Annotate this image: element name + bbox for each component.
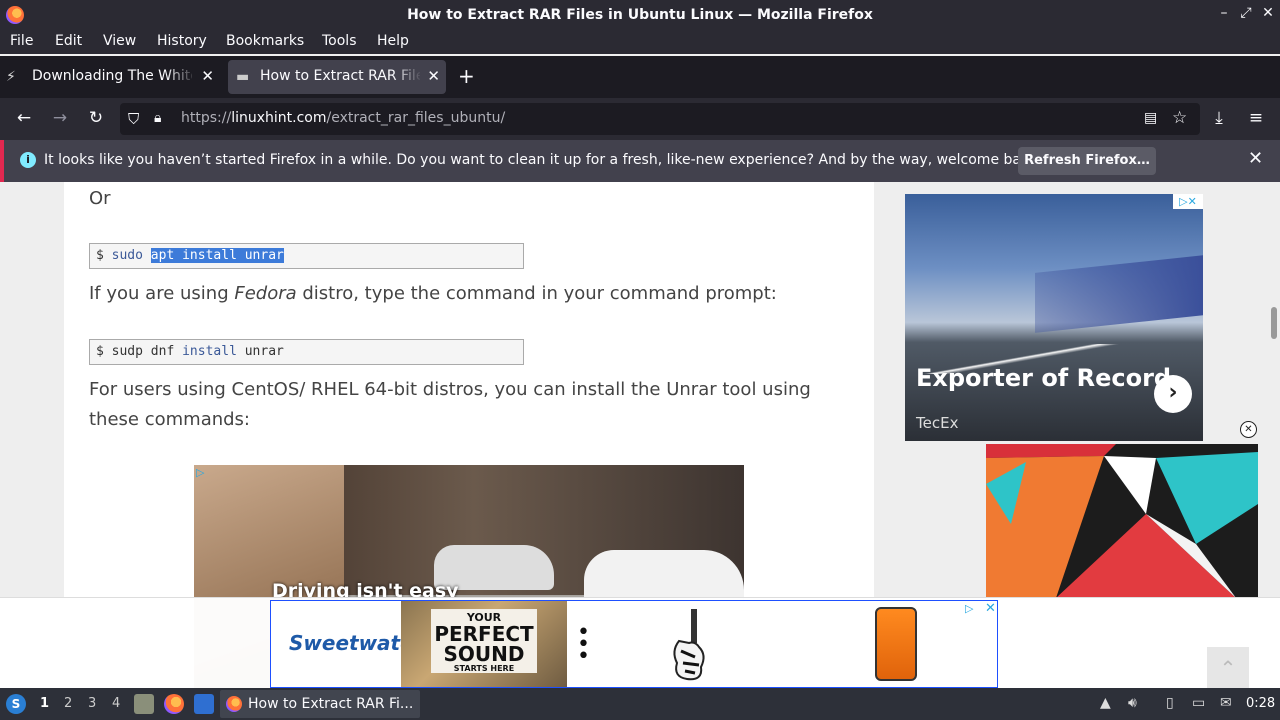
network-icon[interactable]: ▭: [1192, 695, 1205, 711]
close-tab-icon[interactable]: ✕: [427, 67, 440, 85]
scroll-to-top-button[interactable]: ⌃: [1207, 647, 1249, 689]
lightning-icon: ⚡: [6, 69, 16, 85]
close-tab-icon[interactable]: ✕: [201, 67, 214, 85]
clipboard-icon[interactable]: ▯: [1166, 695, 1174, 711]
bottom-banner-ad: Sweetwater YOUR PERFECT SOUND STARTS HER…: [0, 597, 1280, 689]
side-ad-sponsor: TecEx: [916, 414, 959, 432]
guitar-icon: [673, 609, 705, 681]
tab-extract-rar[interactable]: ▬ How to Extract RAR Files in Ubuntu Lin…: [228, 60, 446, 94]
menu-edit[interactable]: Edit: [55, 33, 82, 49]
menu-file[interactable]: File: [10, 33, 33, 49]
notification-message: It looks like you haven’t started Firefo…: [44, 152, 1043, 168]
firefox-icon: [226, 696, 242, 712]
url-text[interactable]: https://linuxhint.com/extract_rar_files_…: [181, 110, 505, 126]
hamburger-menu-icon[interactable]: ≡: [1245, 108, 1267, 128]
more-dots-icon: • • •: [577, 620, 590, 669]
minimize-icon[interactable]: –: [1214, 5, 1234, 21]
url-bar[interactable]: ⛉ 🔒︎ https://linuxhint.com/extract_rar_f…: [120, 103, 1200, 135]
close-ad-icon[interactable]: ✕: [1240, 421, 1257, 438]
code-block-dnf[interactable]: $ sudp dnf install unrar: [89, 339, 524, 365]
reload-icon[interactable]: ↻: [85, 108, 107, 128]
workspace-4[interactable]: 4: [112, 696, 120, 711]
window-title: How to Extract RAR Files in Ubuntu Linux…: [407, 7, 873, 23]
side-ad-title: Exporter of Record: [916, 364, 1172, 392]
firefox-launcher-icon[interactable]: [164, 694, 184, 714]
centos-paragraph-line1: For users using CentOS/ RHEL 64-bit dist…: [89, 379, 811, 400]
title-bar: How to Extract RAR Files in Ubuntu Linux…: [0, 0, 1280, 30]
close-window-icon[interactable]: ✕: [1258, 5, 1278, 21]
maximize-icon[interactable]: ⤢: [1236, 5, 1256, 21]
code-block-apt[interactable]: $ sudo apt install unrar: [89, 243, 524, 269]
polygon-ad[interactable]: [986, 444, 1258, 598]
adchoices-icon[interactable]: ▷: [965, 602, 973, 615]
reader-view-icon[interactable]: ▤: [1144, 110, 1157, 126]
fedora-paragraph: If you are using Fedora distro, type the…: [89, 283, 777, 304]
new-tab-icon[interactable]: +: [458, 64, 475, 88]
terminal-icon[interactable]: [194, 694, 214, 714]
menu-bookmarks[interactable]: Bookmarks: [226, 33, 304, 49]
menu-history[interactable]: History: [157, 33, 207, 49]
lock-icon[interactable]: 🔒︎: [154, 110, 161, 126]
selected-text: apt install unrar: [150, 248, 284, 263]
shield-icon[interactable]: ⛉: [128, 110, 139, 128]
file-manager-icon[interactable]: [134, 694, 154, 714]
notification-bar: i It looks like you haven’t started Fire…: [0, 140, 1280, 182]
navigation-bar: ← → ↻ ⛉ 🔒︎ https://linuxhint.com/extract…: [0, 98, 1280, 140]
workspace-3[interactable]: 3: [88, 696, 96, 711]
adchoices-icon[interactable]: ▷✕: [1173, 194, 1203, 209]
volume-icon[interactable]: 🔊︎: [1128, 695, 1137, 711]
start-menu-icon[interactable]: S: [6, 694, 26, 714]
menu-help[interactable]: Help: [377, 33, 409, 49]
close-ad-icon[interactable]: ✕: [985, 601, 996, 616]
or-text: Or: [89, 188, 111, 209]
banner-headline: YOUR PERFECT SOUND STARTS HERE: [431, 609, 537, 673]
adchoices-icon[interactable]: ▷: [196, 466, 204, 479]
site-favicon-icon: ▬: [236, 69, 250, 85]
tab-bar: ⚡ Downloading The White Rabbit ✕ ▬ How t…: [0, 56, 1280, 98]
centos-paragraph-line2: these commands:: [89, 409, 250, 430]
notifications-icon[interactable]: ✉: [1220, 695, 1232, 711]
menu-view[interactable]: View: [103, 33, 136, 49]
menu-tools[interactable]: Tools: [322, 33, 357, 49]
downloads-icon[interactable]: ⤓: [1208, 108, 1230, 128]
info-icon: i: [20, 152, 36, 168]
forward-arrow-icon[interactable]: →: [49, 108, 71, 128]
sweetwater-ad[interactable]: Sweetwater YOUR PERFECT SOUND STARTS HER…: [270, 600, 998, 688]
bookmark-star-icon[interactable]: ☆: [1172, 108, 1187, 128]
clock: 0:28: [1246, 696, 1276, 711]
workspace-2[interactable]: 2: [64, 696, 72, 711]
taskbar-firefox-window[interactable]: How to Extract RAR Fi...: [220, 690, 420, 718]
taskbar: S 1 2 3 4 How to Extract RAR Fi... ▲ 🔊︎ …: [0, 688, 1280, 720]
menu-bar: File Edit View History Bookmarks Tools H…: [0, 30, 1280, 54]
tray-window-icon[interactable]: ▲: [1100, 695, 1111, 711]
refresh-firefox-button[interactable]: Refresh Firefox…: [1018, 147, 1156, 175]
back-arrow-icon[interactable]: ←: [13, 108, 35, 128]
task-label: How to Extract RAR Fi...: [248, 696, 414, 712]
close-notification-icon[interactable]: ✕: [1248, 148, 1263, 169]
workspace-1[interactable]: 1: [40, 696, 49, 711]
chevron-right-icon[interactable]: ›: [1154, 375, 1192, 413]
guitar-pedal-icon: [875, 607, 917, 681]
side-ad-exporter[interactable]: ▷✕ Exporter of Record TecEx ›: [905, 194, 1203, 441]
tab-downloading[interactable]: ⚡ Downloading The White Rabbit ✕: [2, 60, 220, 94]
page-scrollbar[interactable]: [1271, 307, 1277, 339]
